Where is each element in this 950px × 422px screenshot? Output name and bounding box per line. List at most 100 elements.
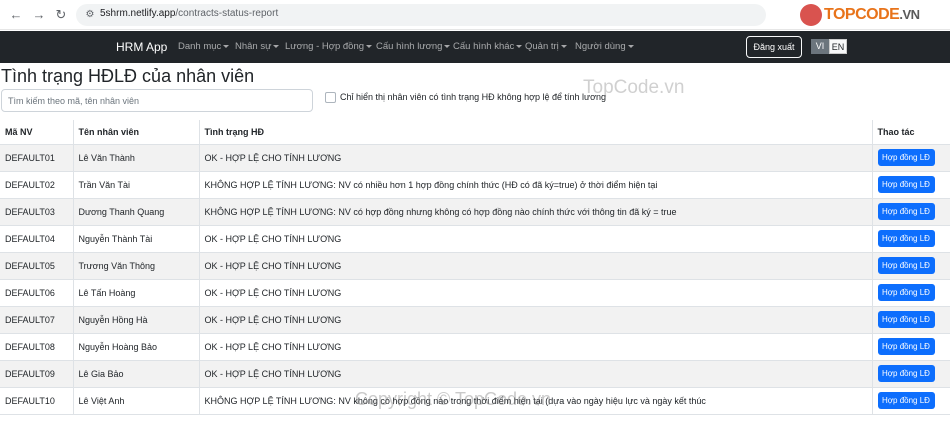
cell-employee-id: DEFAULT06 <box>0 279 74 307</box>
cell-employee-id: DEFAULT08 <box>0 333 74 361</box>
url-text[interactable]: 5shrm.netlify.app/contracts-status-repor… <box>100 8 278 19</box>
cell-employee-id: DEFAULT04 <box>0 225 74 253</box>
cell-actions: Hợp đồng LĐ <box>872 144 950 172</box>
cell-contract-status: OK - HỢP LỆ CHO TÍNH LƯƠNG <box>199 225 873 253</box>
caret-down-icon <box>516 44 523 48</box>
url-host: 5shrm.netlify.app <box>100 8 176 19</box>
menu-danh-muc[interactable]: Danh mục <box>178 41 230 52</box>
labor-contract-button[interactable]: Hợp đồng LĐ <box>877 149 935 166</box>
address-bar[interactable]: ⚙ 5shrm.netlify.app/contracts-status-rep… <box>76 4 766 26</box>
labor-contract-button[interactable]: Hợp đồng LĐ <box>877 365 935 382</box>
menu-label: Quản trị <box>525 41 559 52</box>
cell-employee-name: Trần Văn Tài <box>73 171 200 199</box>
cell-actions: Hợp đồng LĐ <box>872 306 950 334</box>
topcode-logo-text: TOPCODE.VN <box>824 6 920 24</box>
cell-employee-name: Nguyễn Thành Tài <box>73 225 200 253</box>
table-row: DEFAULT10 Lê Việt Anh KHÔNG HỢP LỆ TÍNH … <box>0 387 950 415</box>
cell-employee-name: Nguyễn Hoàng Bảo <box>73 333 200 361</box>
table-row: DEFAULT02 Trần Văn Tài KHÔNG HỢP LỆ TÍNH… <box>0 171 950 199</box>
cell-actions: Hợp đồng LĐ <box>872 171 950 199</box>
menu-nguoi-dung[interactable]: Người dùng <box>575 41 634 52</box>
cell-employee-id: DEFAULT07 <box>0 306 74 334</box>
cell-actions: Hợp đồng LĐ <box>872 387 950 415</box>
browser-toolbar: ← → ↻ ⚙ 5shrm.netlify.app/contracts-stat… <box>0 0 950 30</box>
table-row: DEFAULT04 Nguyễn Thành Tài OK - HỢP LỆ C… <box>0 225 950 253</box>
labor-contract-button[interactable]: Hợp đồng LĐ <box>877 311 935 328</box>
menu-label: Nhân sự <box>235 41 272 52</box>
menu-cau-hinh-khac[interactable]: Cấu hình khác <box>453 41 523 52</box>
labor-contract-button[interactable]: Hợp đồng LĐ <box>877 230 935 247</box>
invalid-only-label[interactable]: Chỉ hiển thị nhân viên có tình trạng HĐ … <box>340 92 606 102</box>
contract-status-table: Mã NV Tên nhân viên Tình trạng HĐ Thao t… <box>0 120 950 415</box>
cell-actions: Hợp đồng LĐ <box>872 252 950 280</box>
menu-label: Cấu hình khác <box>453 41 515 52</box>
caret-down-icon <box>223 44 230 48</box>
cell-contract-status: OK - HỢP LỆ CHO TÍNH LƯƠNG <box>199 360 873 388</box>
labor-contract-button[interactable]: Hợp đồng LĐ <box>877 338 935 355</box>
cell-actions: Hợp đồng LĐ <box>872 225 950 253</box>
menu-label: Danh mục <box>178 41 222 52</box>
topcode-logo-icon <box>800 4 822 26</box>
labor-contract-button[interactable]: Hợp đồng LĐ <box>877 392 935 409</box>
menu-nhan-su[interactable]: Nhân sự <box>235 41 280 52</box>
cell-employee-id: DEFAULT10 <box>0 387 74 415</box>
invalid-only-checkbox[interactable] <box>325 92 336 103</box>
menu-quan-tri[interactable]: Quản trị <box>525 41 567 52</box>
app-navbar: HRM App Danh mục Nhân sự Lương - Hợp đồn… <box>0 31 950 63</box>
topcode-logo: TOPCODE.VN <box>800 4 940 26</box>
logout-button[interactable]: Đăng xuất <box>746 36 802 58</box>
cell-actions: Hợp đồng LĐ <box>872 360 950 388</box>
menu-label: Lương - Hợp đồng <box>285 41 365 52</box>
cell-actions: Hợp đồng LĐ <box>872 279 950 307</box>
caret-down-icon <box>444 44 451 48</box>
arrow-left-icon[interactable]: ← <box>8 7 24 23</box>
menu-cau-hinh-luong[interactable]: Cấu hình lương <box>376 41 451 52</box>
topcode-logo-suffix: .VN <box>899 7 920 22</box>
table-row: DEFAULT08 Nguyễn Hoàng Bảo OK - HỢP LỆ C… <box>0 333 950 361</box>
menu-luong-hop-dong[interactable]: Lương - Hợp đồng <box>285 41 373 52</box>
cell-employee-id: DEFAULT02 <box>0 171 74 199</box>
cell-employee-name: Nguyễn Hồng Hà <box>73 306 200 334</box>
cell-employee-name: Trương Văn Thông <box>73 252 200 280</box>
table-row: DEFAULT07 Nguyễn Hồng Hà OK - HỢP LỆ CHO… <box>0 306 950 334</box>
cell-employee-id: DEFAULT05 <box>0 252 74 280</box>
lang-vi-button[interactable]: VI <box>811 39 829 54</box>
labor-contract-button[interactable]: Hợp đồng LĐ <box>877 203 935 220</box>
cell-employee-name: Dương Thanh Quang <box>73 198 200 226</box>
cell-employee-name: Lê Văn Thành <box>73 144 200 172</box>
table-row: DEFAULT06 Lê Tấn Hoàng OK - HỢP LỆ CHO T… <box>0 279 950 307</box>
cell-contract-status: KHÔNG HỢP LỆ TÍNH LƯƠNG: NV không có hợp… <box>199 387 873 415</box>
cell-contract-status: OK - HỢP LỆ CHO TÍNH LƯƠNG <box>199 333 873 361</box>
labor-contract-button[interactable]: Hợp đồng LĐ <box>877 284 935 301</box>
header-actions: Thao tác <box>872 120 950 145</box>
cell-contract-status: KHÔNG HỢP LỆ TÍNH LƯƠNG: NV có hợp đồng … <box>199 198 873 226</box>
search-input[interactable] <box>1 89 313 112</box>
cell-employee-name: Lê Việt Anh <box>73 387 200 415</box>
cell-contract-status: OK - HỢP LỆ CHO TÍNH LƯƠNG <box>199 144 873 172</box>
table-row: DEFAULT09 Lê Gia Bảo OK - HỢP LỆ CHO TÍN… <box>0 360 950 388</box>
site-info-icon[interactable]: ⚙ <box>83 8 97 22</box>
cell-contract-status: KHÔNG HỢP LỆ TÍNH LƯƠNG: NV có nhiều hơn… <box>199 171 873 199</box>
cell-actions: Hợp đồng LĐ <box>872 198 950 226</box>
table-header-row: Mã NV Tên nhân viên Tình trạng HĐ Thao t… <box>0 120 950 145</box>
cell-actions: Hợp đồng LĐ <box>872 333 950 361</box>
lang-en-button[interactable]: EN <box>829 39 847 54</box>
table-row: DEFAULT05 Trương Văn Thông OK - HỢP LỆ C… <box>0 252 950 280</box>
cell-employee-id: DEFAULT03 <box>0 198 74 226</box>
topcode-logo-name: TOPCODE <box>824 6 900 23</box>
cell-employee-name: Lê Tấn Hoàng <box>73 279 200 307</box>
cell-employee-id: DEFAULT09 <box>0 360 74 388</box>
page-title: Tình trạng HĐLĐ của nhân viên <box>1 66 255 86</box>
menu-label: Người dùng <box>575 41 626 52</box>
arrow-right-icon[interactable]: → <box>31 7 47 23</box>
labor-contract-button[interactable]: Hợp đồng LĐ <box>877 176 935 193</box>
cell-contract-status: OK - HỢP LỆ CHO TÍNH LƯƠNG <box>199 306 873 334</box>
cell-employee-id: DEFAULT01 <box>0 144 74 172</box>
reload-icon[interactable]: ↻ <box>53 7 69 23</box>
caret-down-icon <box>366 44 373 48</box>
caret-down-icon <box>627 44 634 48</box>
labor-contract-button[interactable]: Hợp đồng LĐ <box>877 257 935 274</box>
cell-contract-status: OK - HỢP LỆ CHO TÍNH LƯƠNG <box>199 252 873 280</box>
header-employee-name: Tên nhân viên <box>73 120 200 145</box>
app-brand[interactable]: HRM App <box>116 40 167 54</box>
